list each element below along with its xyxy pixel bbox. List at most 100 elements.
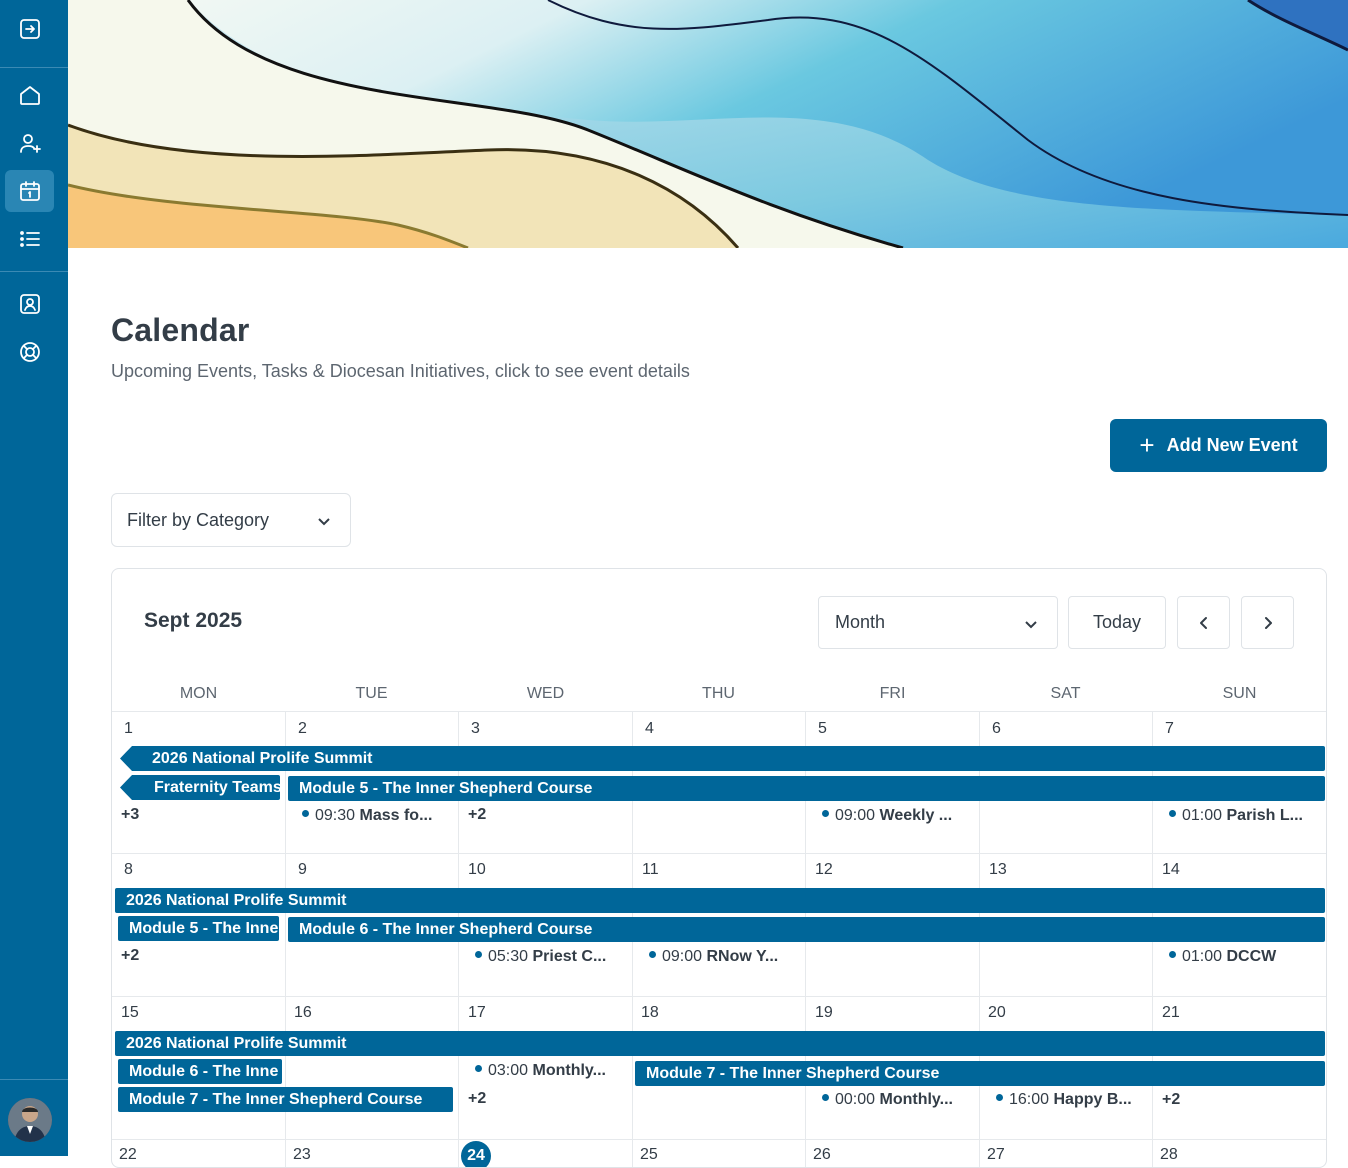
event-item[interactable]: 16:00 Happy B... bbox=[996, 1091, 1146, 1109]
event-bar[interactable]: Module 7 - The Inner Shepherd Course bbox=[635, 1061, 1325, 1086]
event-name: Monthly... bbox=[532, 1062, 606, 1079]
day-number[interactable]: 9 bbox=[298, 861, 307, 879]
event-name: RNow Y... bbox=[706, 948, 779, 965]
sidebar-divider bbox=[0, 67, 68, 68]
day-number[interactable]: 10 bbox=[468, 861, 486, 879]
today-marker[interactable]: 24 bbox=[461, 1141, 491, 1167]
event-time: 03:00 bbox=[488, 1062, 529, 1079]
event-time: 05:30 bbox=[488, 948, 529, 965]
filter-label: Filter by Category bbox=[127, 509, 270, 530]
day-number[interactable]: 14 bbox=[1162, 861, 1180, 879]
event-dot bbox=[822, 1094, 829, 1102]
filter-category-select[interactable]: Filter by Category bbox=[111, 493, 351, 547]
event-bar[interactable]: Module 7 - The Inner Shepherd Course bbox=[118, 1087, 453, 1112]
event-item[interactable]: 01:00 Parish L... bbox=[1169, 807, 1319, 825]
event-time: 01:00 bbox=[1182, 948, 1223, 965]
day-number[interactable]: 19 bbox=[815, 1004, 833, 1022]
more-events-link[interactable]: +3 bbox=[121, 806, 139, 824]
event-bar[interactable]: 2026 National Prolife Summit bbox=[115, 888, 1325, 913]
day-number[interactable]: 18 bbox=[641, 1004, 659, 1022]
chevron-left-icon bbox=[1199, 616, 1207, 629]
day-number[interactable]: 6 bbox=[992, 720, 1001, 738]
grid-line bbox=[112, 996, 1326, 997]
event-time: 09:00 bbox=[662, 948, 703, 965]
day-number[interactable]: 28 bbox=[1160, 1146, 1178, 1164]
view-select[interactable]: Month bbox=[818, 596, 1058, 649]
day-number[interactable]: 8 bbox=[124, 861, 133, 879]
event-bar[interactable]: Fraternity Teams bbox=[120, 775, 280, 800]
today-button[interactable]: Today bbox=[1068, 596, 1166, 649]
day-number[interactable]: 27 bbox=[987, 1146, 1005, 1164]
event-bar[interactable]: 2026 National Prolife Summit bbox=[115, 1031, 1325, 1056]
day-number[interactable]: 23 bbox=[293, 1146, 311, 1164]
weekday-header: FRI bbox=[879, 685, 906, 702]
day-number[interactable]: 16 bbox=[294, 1004, 312, 1022]
more-events-link[interactable]: +2 bbox=[468, 1090, 486, 1108]
grid-line bbox=[112, 711, 1326, 712]
event-name: Priest C... bbox=[532, 948, 607, 965]
day-number[interactable]: 3 bbox=[471, 720, 480, 738]
event-name: DCCW bbox=[1226, 948, 1277, 965]
more-events-link[interactable]: +2 bbox=[1162, 1091, 1180, 1109]
event-dot bbox=[475, 1065, 482, 1073]
event-dot bbox=[996, 1094, 1003, 1102]
calendar-icon[interactable] bbox=[5, 170, 54, 212]
event-bar[interactable]: Module 5 - The Inner Shepherd Course bbox=[288, 776, 1325, 801]
day-number[interactable]: 12 bbox=[815, 861, 833, 879]
day-number[interactable]: 2 bbox=[298, 720, 307, 738]
day-number[interactable]: 13 bbox=[989, 861, 1007, 879]
event-bar[interactable]: Module 6 - The Inner Shepherd Course bbox=[288, 917, 1325, 942]
weekday-header: TUE bbox=[355, 685, 388, 702]
home-icon[interactable] bbox=[5, 74, 54, 116]
day-number[interactable]: 25 bbox=[640, 1146, 658, 1164]
event-item[interactable]: 03:00 Monthly... bbox=[475, 1062, 625, 1080]
day-number[interactable]: 5 bbox=[818, 720, 827, 738]
event-item[interactable]: 00:00 Monthly... bbox=[822, 1091, 972, 1109]
event-bar[interactable]: Module 5 - The Inne bbox=[118, 916, 279, 941]
event-item[interactable]: 09:00 RNow Y... bbox=[649, 948, 799, 966]
weekday-header: SUN bbox=[1222, 685, 1257, 702]
user-plus-icon[interactable] bbox=[5, 122, 54, 164]
event-dot bbox=[1169, 951, 1176, 959]
day-number[interactable]: 11 bbox=[642, 861, 659, 879]
chevron-down-icon bbox=[318, 518, 330, 526]
day-number[interactable]: 21 bbox=[1162, 1004, 1180, 1022]
page-title: Calendar bbox=[111, 312, 250, 348]
help-icon[interactable] bbox=[5, 331, 54, 373]
more-events-link[interactable]: +2 bbox=[468, 806, 486, 824]
day-number[interactable]: 15 bbox=[121, 1004, 139, 1022]
event-dot bbox=[1169, 810, 1176, 818]
event-bar[interactable]: 2026 National Prolife Summit bbox=[120, 746, 1325, 771]
next-month-button[interactable] bbox=[1241, 596, 1294, 649]
day-number[interactable]: 7 bbox=[1165, 720, 1174, 738]
event-item[interactable]: 09:00 Weekly ... bbox=[822, 807, 972, 825]
event-time: 00:00 bbox=[835, 1091, 876, 1108]
list-icon[interactable] bbox=[5, 218, 54, 260]
event-dot bbox=[302, 810, 309, 818]
avatar[interactable] bbox=[8, 1098, 52, 1142]
event-bar[interactable]: Module 6 - The Inne bbox=[118, 1059, 282, 1084]
page-subtitle: Upcoming Events, Tasks & Diocesan Initia… bbox=[111, 361, 690, 381]
day-number[interactable]: 17 bbox=[468, 1004, 486, 1022]
contact-icon[interactable] bbox=[5, 283, 54, 325]
calendar-month-label: Sept 2025 bbox=[144, 609, 243, 632]
day-number[interactable]: 20 bbox=[988, 1004, 1006, 1022]
event-item[interactable]: 01:00 DCCW bbox=[1169, 948, 1319, 966]
day-number[interactable]: 22 bbox=[119, 1146, 137, 1164]
day-number[interactable]: 1 bbox=[124, 720, 133, 738]
add-new-event-button[interactable]: + Add New Event bbox=[1110, 419, 1327, 472]
event-item[interactable]: 09:30 Mass fo... bbox=[302, 807, 452, 825]
prev-month-button[interactable] bbox=[1177, 596, 1230, 649]
event-item[interactable]: 05:30 Priest C... bbox=[475, 948, 625, 966]
event-name: Mass fo... bbox=[359, 807, 433, 824]
day-number[interactable]: 26 bbox=[813, 1146, 831, 1164]
logout-icon[interactable] bbox=[5, 8, 54, 50]
add-new-event-label: Add New Event bbox=[1166, 435, 1298, 455]
more-events-link[interactable]: +2 bbox=[121, 947, 139, 965]
weekday-header: MON bbox=[179, 685, 218, 702]
event-name: Monthly... bbox=[879, 1091, 953, 1108]
event-dot bbox=[649, 951, 656, 959]
event-time: 09:00 bbox=[835, 807, 876, 824]
grid-line bbox=[112, 853, 1326, 854]
day-number[interactable]: 4 bbox=[645, 720, 654, 738]
